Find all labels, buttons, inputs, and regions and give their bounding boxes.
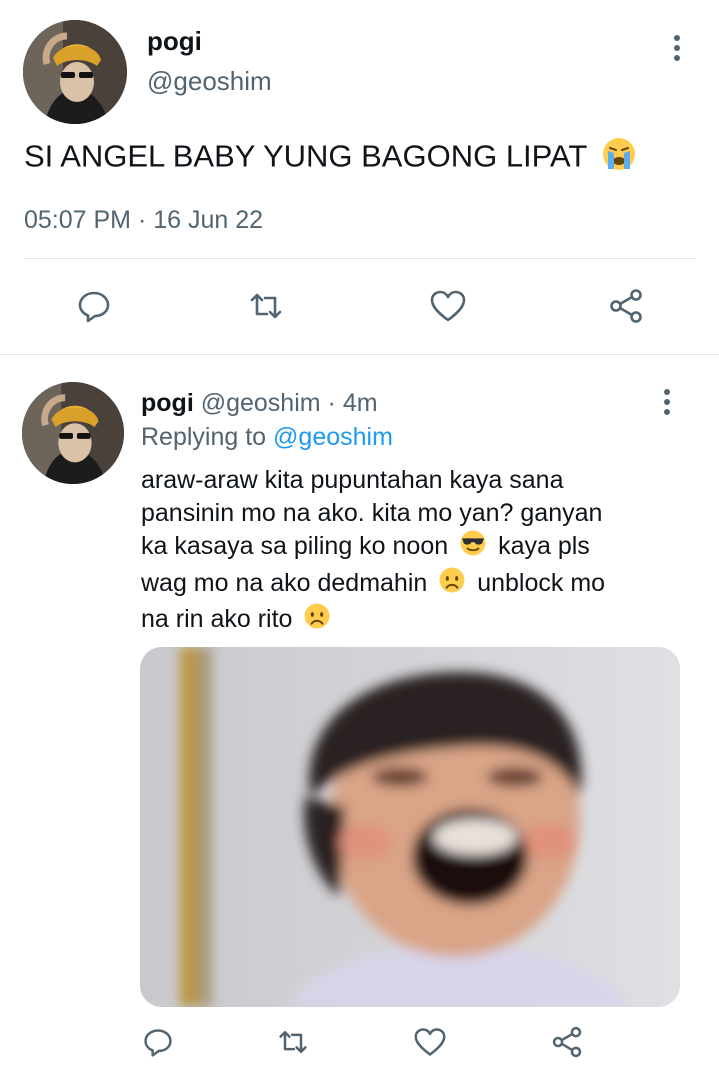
loudly-crying-face-icon bbox=[601, 136, 637, 181]
tweet-text-content: SI ANGEL BABY YUNG BAGONG LIPAT bbox=[24, 138, 587, 174]
reply-text: araw-araw kita pupuntahan kaya sana pans… bbox=[141, 464, 605, 639]
timestamp[interactable]: 05:07 PM · 16 Jun 22 bbox=[24, 205, 263, 235]
replying-to: Replying to @geoshim bbox=[141, 422, 393, 452]
reply-header: pogi @geoshim · 4m bbox=[141, 388, 378, 418]
share-button[interactable] bbox=[549, 1024, 585, 1060]
reply-line: pansinin mo na ako. kita mo yan? ganyan bbox=[141, 498, 603, 527]
reply-line-row: na rin ako rito bbox=[141, 602, 605, 639]
retweet-icon bbox=[250, 293, 282, 319]
replying-handle-link[interactable]: @geoshim bbox=[273, 423, 393, 451]
reply-line: na rin ako rito bbox=[141, 604, 293, 633]
retweet-button[interactable] bbox=[275, 1024, 311, 1060]
avatar[interactable] bbox=[22, 382, 124, 484]
divider bbox=[0, 354, 719, 355]
more-options-icon[interactable] bbox=[656, 386, 678, 418]
replying-prefix: Replying to bbox=[141, 423, 267, 451]
reply-icon bbox=[78, 291, 110, 323]
like-icon bbox=[414, 1028, 446, 1056]
handle[interactable]: @geoshim bbox=[147, 66, 272, 96]
tweet-age[interactable]: 4m bbox=[343, 389, 378, 417]
retweet-button[interactable] bbox=[246, 286, 286, 326]
tweet-media-image[interactable] bbox=[140, 647, 680, 1007]
display-name[interactable]: pogi bbox=[141, 389, 194, 417]
reply-line-row: wag mo na ako dedmahin unblock mo bbox=[141, 566, 605, 603]
avatar[interactable] bbox=[23, 20, 127, 124]
more-options-icon[interactable] bbox=[666, 32, 688, 64]
reply-line: araw-araw kita pupuntahan kaya sana bbox=[141, 466, 564, 494]
reply-line: kaya pls bbox=[498, 531, 590, 560]
separator-dot: · bbox=[327, 389, 336, 417]
like-button[interactable] bbox=[428, 286, 468, 326]
reply-icon bbox=[144, 1029, 172, 1057]
sunglasses-face-icon bbox=[459, 529, 487, 566]
handle[interactable]: @geoshim bbox=[201, 389, 321, 417]
share-button[interactable] bbox=[606, 286, 646, 326]
reply-button[interactable] bbox=[74, 286, 114, 326]
retweet-icon bbox=[279, 1030, 307, 1054]
reply-line-row: ka kasaya sa piling ko noon kaya pls bbox=[141, 529, 605, 566]
worried-face-icon bbox=[438, 566, 466, 603]
divider bbox=[24, 258, 696, 259]
share-icon bbox=[552, 1026, 582, 1058]
reply-line: unblock mo bbox=[477, 568, 606, 597]
worried-face-icon bbox=[303, 602, 331, 639]
like-icon bbox=[430, 290, 466, 322]
share-icon bbox=[610, 289, 642, 323]
separator-dot: · bbox=[137, 206, 147, 234]
reply-line: wag mo na ako dedmahin bbox=[141, 568, 428, 597]
like-button[interactable] bbox=[412, 1024, 448, 1060]
reply-line: ka kasaya sa piling ko noon bbox=[141, 531, 449, 560]
display-name[interactable]: pogi bbox=[147, 26, 202, 56]
tweet-date: 16 Jun 22 bbox=[153, 206, 264, 234]
tweet-time: 05:07 PM bbox=[24, 206, 132, 234]
reply-button[interactable] bbox=[140, 1024, 176, 1060]
tweet-text: SI ANGEL BABY YUNG BAGONG LIPAT bbox=[24, 136, 637, 181]
